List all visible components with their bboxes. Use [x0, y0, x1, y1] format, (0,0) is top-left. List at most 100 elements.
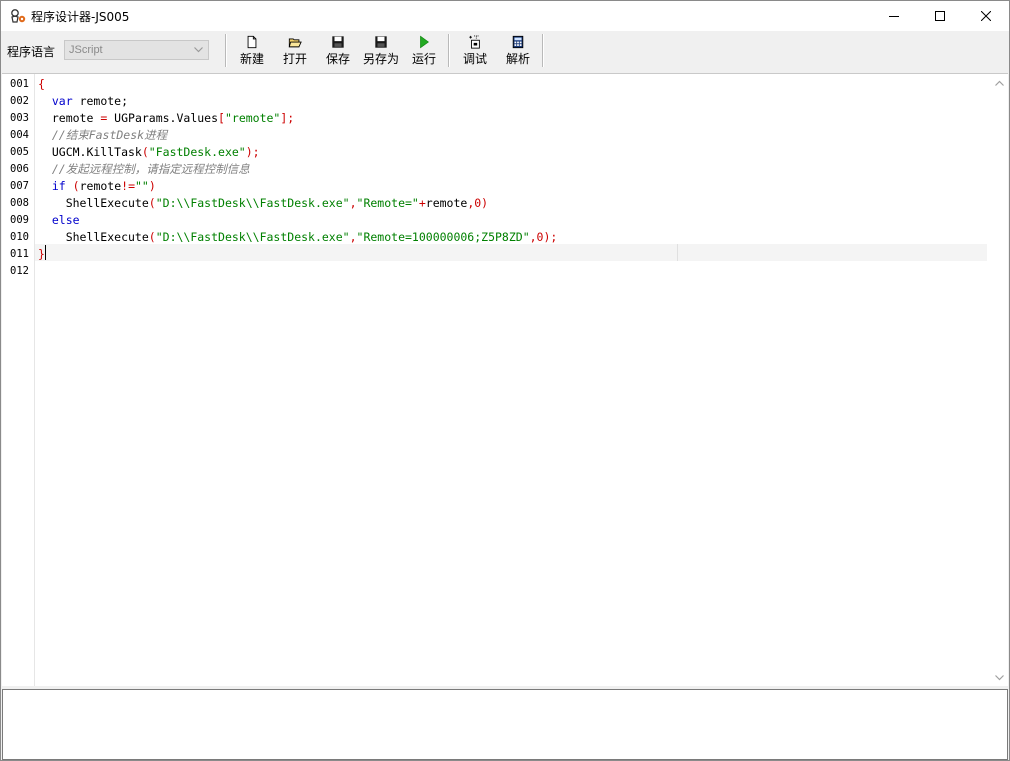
line-number: 012: [10, 265, 29, 277]
line-number: 002: [10, 95, 29, 107]
parse-button-label: 解析: [505, 52, 530, 66]
line-number: 004: [10, 129, 29, 141]
code-token: var: [51, 94, 73, 108]
current-line-highlight: [35, 244, 987, 261]
code-token: remote: [79, 179, 122, 193]
code-line[interactable]: ShellExecute("D:\\FastDesk\\FastDesk.exe…: [38, 195, 488, 212]
code-token: remote: [425, 196, 468, 210]
code-token: ,: [349, 196, 357, 210]
line-number: 008: [10, 197, 29, 209]
code-token: if: [51, 179, 66, 193]
toolbar-separator: [542, 34, 544, 67]
chevron-up-icon: [995, 80, 1004, 86]
edge-column-marker: [677, 244, 678, 261]
code-token: "": [135, 179, 149, 193]
code-line[interactable]: UGCM.KillTask("FastDesk.exe");: [38, 144, 260, 161]
code-token: {: [38, 77, 45, 91]
line-number: 001: [10, 78, 29, 90]
minimize-button[interactable]: [871, 1, 917, 31]
save-button[interactable]: 保存: [323, 33, 353, 67]
run-button[interactable]: 运行: [409, 33, 439, 67]
debug-icon: [469, 35, 480, 49]
close-icon: [981, 11, 991, 21]
code-line[interactable]: var remote;: [38, 93, 128, 110]
code-token: "Remote=100000006;Z5P8ZD": [356, 230, 530, 244]
text-caret: [45, 245, 46, 260]
save-disk-icon: [332, 36, 344, 48]
code-token: ShellExecute: [38, 196, 149, 210]
code-line[interactable]: else: [38, 212, 80, 229]
window-title: 程序设计器-JS005: [31, 9, 130, 24]
code-line[interactable]: ShellExecute("D:\\FastDesk\\FastDesk.exe…: [38, 229, 558, 246]
code-token: ,0): [467, 196, 489, 210]
language-select-value: JScript: [69, 44, 103, 56]
code-token: ): [148, 179, 156, 193]
code-token: !=: [121, 179, 135, 193]
code-token: (: [141, 145, 149, 159]
code-token: (: [72, 179, 80, 193]
calculator-icon: [512, 35, 524, 49]
chevron-down-icon: [995, 674, 1004, 680]
output-panel[interactable]: [2, 689, 1008, 760]
minimize-icon: [889, 16, 899, 17]
open-button-label: 打开: [282, 52, 307, 66]
code-token: "Remote=": [356, 196, 419, 210]
code-token: "remote": [224, 111, 281, 125]
code-editor[interactable]: 001 002 003 004 005 006 007 008 009 010 011 012 { v…: [2, 73, 1008, 686]
maximize-icon: [935, 11, 945, 21]
debug-button-label: 调试: [462, 52, 487, 66]
code-token: );: [245, 145, 260, 159]
maximize-button[interactable]: [917, 1, 963, 31]
new-button-label: 新建: [239, 52, 264, 66]
title-bar[interactable]: 程序设计器-JS005: [1, 1, 1009, 31]
line-number: 003: [10, 112, 29, 124]
line-number: 005: [10, 146, 29, 158]
code-token: remote;: [72, 94, 129, 108]
code-token: else: [51, 213, 80, 227]
code-token: "D:\\FastDesk\\FastDesk.exe": [155, 230, 350, 244]
scroll-up-button[interactable]: [991, 74, 1008, 91]
code-token: (: [148, 230, 156, 244]
toolbar: 程序语言 JScript 新建 打开 保存 另存为 运行 调试 解析: [1, 31, 1009, 69]
code-line[interactable]: remote = UGParams.Values["remote"];: [38, 110, 294, 127]
vertical-scrollbar[interactable]: [991, 74, 1008, 686]
code-line[interactable]: if (remote!=""): [38, 178, 156, 195]
code-token: ,0);: [529, 230, 558, 244]
code-token: //发起远程控制，请指定远程控制信息: [38, 162, 250, 176]
toolbar-separator: [225, 34, 227, 67]
close-button[interactable]: [963, 1, 1009, 31]
scroll-down-button[interactable]: [991, 669, 1008, 686]
code-token: //结束FastDesk进程: [38, 128, 168, 142]
toolbar-separator: [448, 34, 450, 67]
save-as-button-label: 另存为: [362, 52, 399, 66]
line-number: 009: [10, 214, 29, 226]
save-as-disk-icon: [375, 36, 387, 48]
language-label: 程序语言: [7, 45, 56, 59]
language-select[interactable]: JScript: [64, 40, 209, 60]
app-window: 程序设计器-JS005 程序语言 JScript 新建 打开 保存 另存为 运行…: [0, 0, 1010, 761]
line-number: 006: [10, 163, 29, 175]
code-token: "D:\\FastDesk\\FastDesk.exe": [155, 196, 350, 210]
code-line[interactable]: //发起远程控制，请指定远程控制信息: [38, 161, 250, 178]
code-line[interactable]: //结束FastDesk进程: [38, 127, 167, 144]
line-number: 007: [10, 180, 29, 192]
code-token: [: [218, 111, 225, 125]
save-button-label: 保存: [325, 52, 350, 66]
save-as-button[interactable]: 另存为: [362, 33, 400, 67]
play-icon: [420, 35, 429, 49]
line-number: 011: [10, 248, 29, 260]
code-token: (: [148, 196, 156, 210]
code-token: "FastDesk.exe": [148, 145, 246, 159]
code-line[interactable]: {: [38, 76, 45, 93]
open-button[interactable]: 打开: [280, 33, 310, 67]
new-button[interactable]: 新建: [237, 33, 267, 67]
open-folder-icon: [288, 38, 302, 48]
code-line[interactable]: }: [38, 246, 45, 263]
code-token: UGParams.Values: [107, 111, 219, 125]
debug-button[interactable]: 调试: [460, 33, 490, 67]
run-button-label: 运行: [411, 52, 436, 66]
parse-button[interactable]: 解析: [503, 33, 533, 67]
